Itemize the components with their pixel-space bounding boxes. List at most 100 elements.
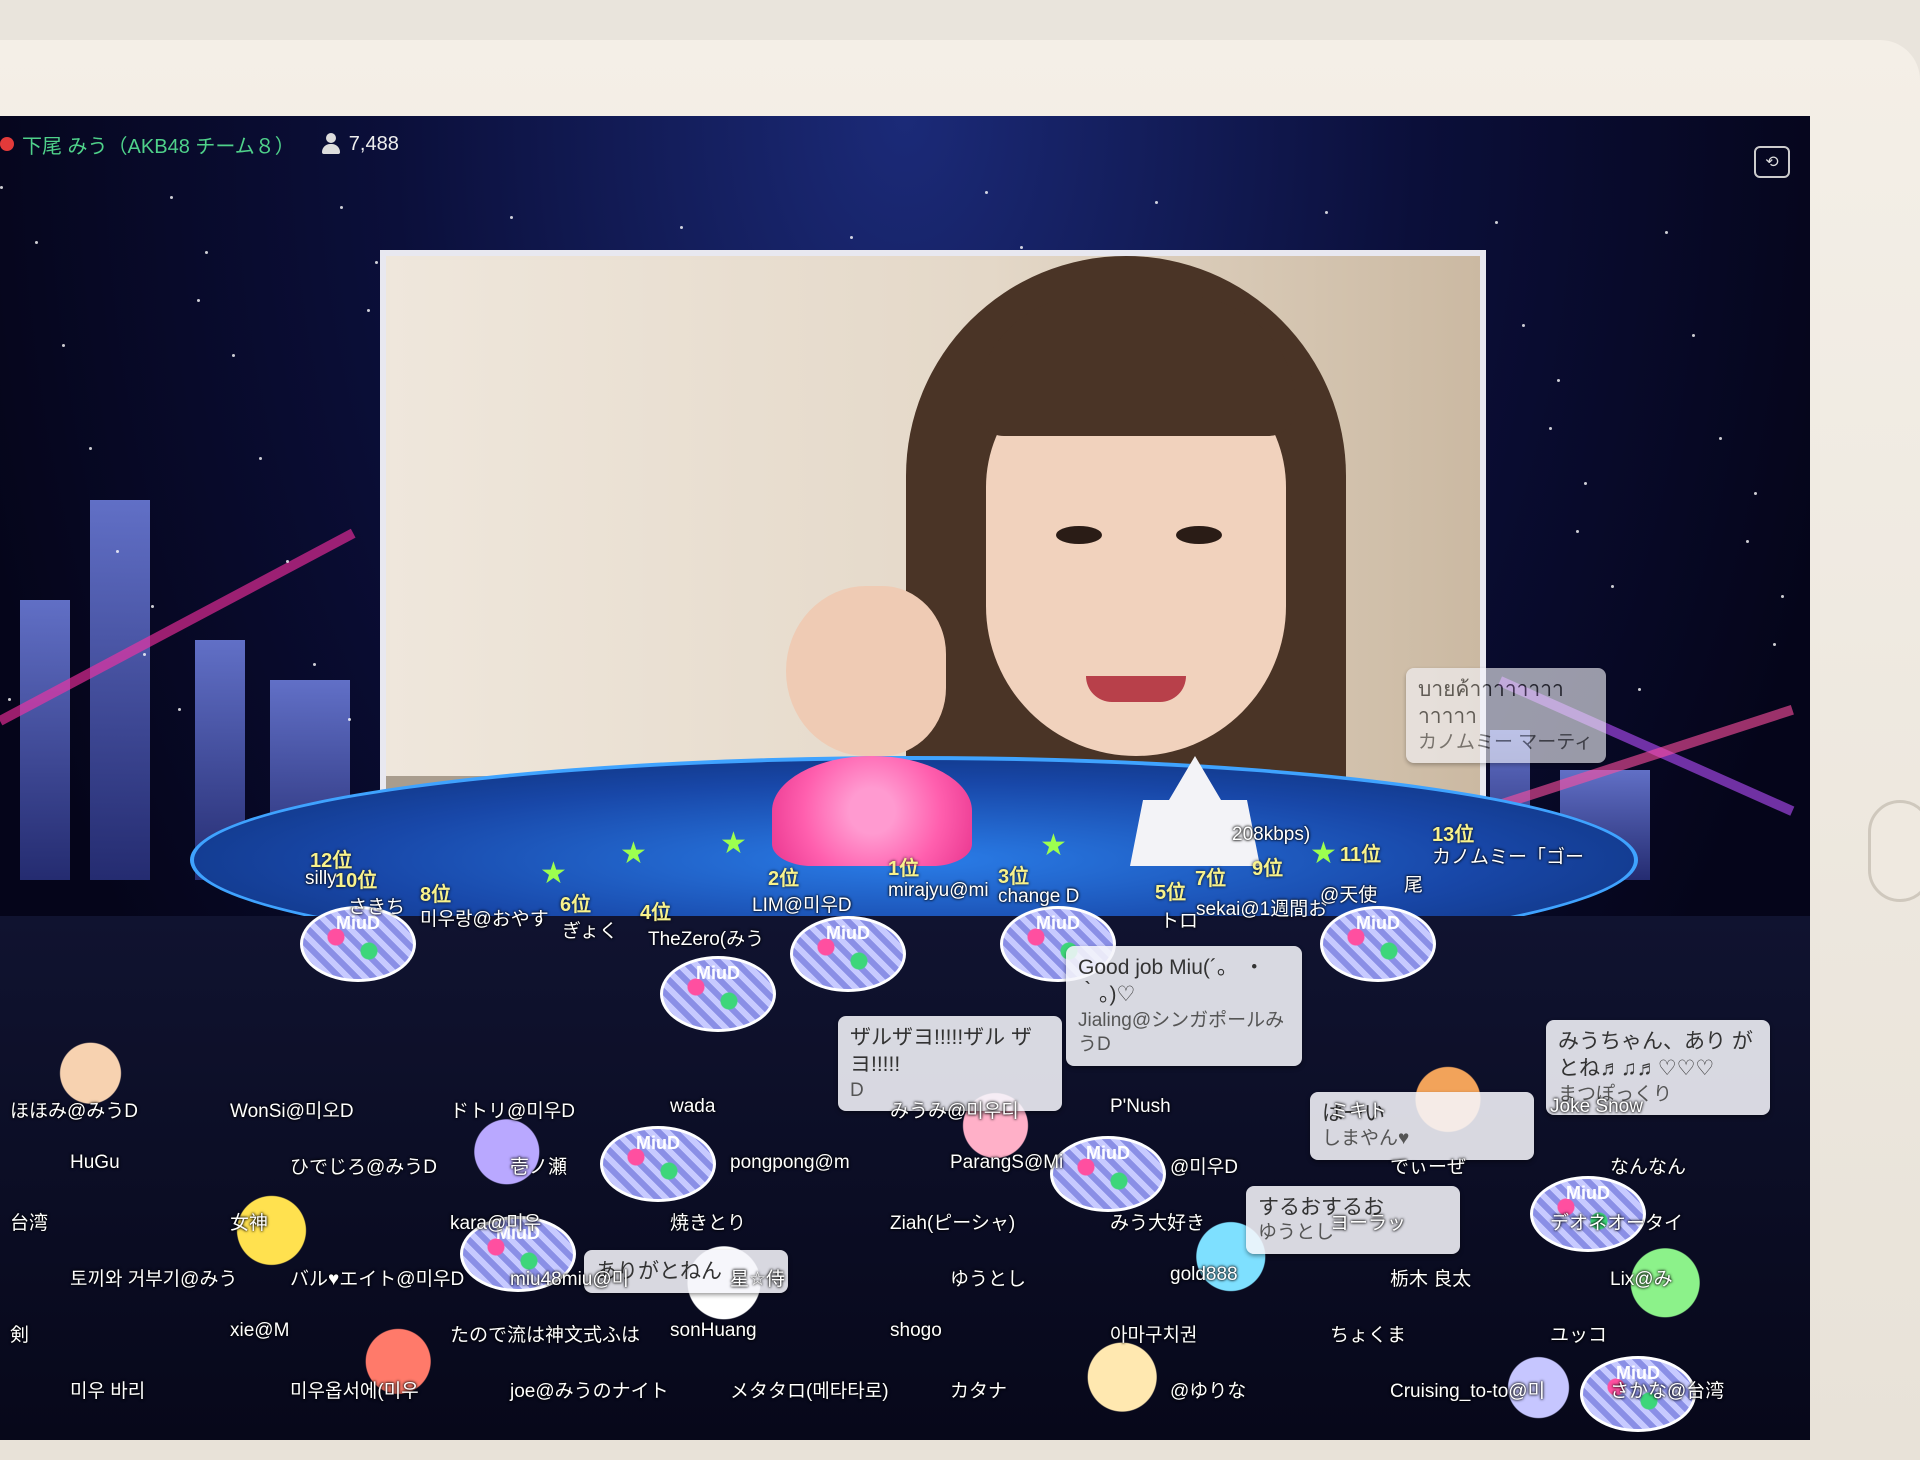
miud-fish-avatar: MiuD [790,916,906,992]
star [1584,482,1587,485]
crowd-username: wada [670,1096,716,1117]
star [143,653,146,656]
star [232,354,235,357]
star [348,718,351,721]
star [340,206,343,209]
left-eye [1056,526,1102,544]
crowd-username: デオネオータイ [1550,1213,1684,1234]
crowd-username: kara@미우 [450,1213,542,1234]
live-dot-icon [0,137,14,151]
crowd-username: カタナ [950,1381,1008,1402]
rank-label: 1位 [888,858,920,880]
crowd-username: 女神 [230,1213,269,1234]
crowd-username: 星☆侍 [730,1269,786,1290]
streamer-name[interactable]: 下尾 みう（AKB48 チーム８） [22,130,295,159]
crowd-username: 焼きとり [670,1213,747,1234]
star [1719,437,1722,440]
miud-fish-avatar: MiuD [660,956,776,1032]
star [313,663,316,666]
crowd-username: ほほみ@みうD [10,1101,139,1122]
crowd-username: でぃーぜ [1390,1157,1467,1178]
star [375,261,378,264]
crowd-username: 台湾 [10,1213,49,1234]
city-tower [20,600,70,880]
city-tower [90,500,150,880]
crowd-username: sonHuang [670,1320,757,1341]
peace-hand [786,586,946,756]
crowd-username: ドトリ@미우D [450,1101,575,1122]
star [1522,324,1525,327]
comment-text: บายค้าาาาาาาา าาาาา [1418,678,1564,729]
crowd-username: 壱ノ瀬 [510,1157,568,1178]
comment-text: ザルザヨ!!!!!ザル ザヨ!!!!! [850,1026,1033,1077]
rank-label: 3位 [998,866,1030,888]
rank-user: TheZero(みう [648,929,765,950]
crowd-username: gold888 [1170,1264,1238,1285]
rank-label: 11位 [1340,844,1382,866]
crowd-username: @ゆりな [1170,1381,1247,1402]
crowd-username: 토끼와 거부기@みう [70,1269,238,1290]
crowd-username: Joke Snow [1550,1096,1643,1117]
crowd-username: ユッコ [1550,1325,1608,1346]
star [985,191,988,194]
rank-user: トロ [1160,911,1199,932]
rank-label: 8位 [420,884,452,906]
crowd-username: @미우D [1170,1157,1238,1178]
miud-fish-avatar: MiuD [1320,906,1436,982]
comment-text: みうちゃん、あり がとね♬♫♬♡♡♡ [1558,1030,1753,1081]
rank-user: さきち [348,897,406,918]
crowd-username: さかな@台湾 [1610,1381,1725,1402]
bitrate-label: 208kbps) [1232,824,1311,845]
crowd-username: Lix@み [1610,1269,1673,1290]
rank-user: カノムミー「ゴー [1432,847,1585,868]
camera-switch-icon[interactable]: ⟲ [1754,146,1790,178]
crowd-username: みう大好き [1110,1213,1206,1234]
rank-label: 4位 [640,902,672,924]
star [0,186,3,189]
crowd-username: xie@M [230,1320,290,1341]
star-gift-icon: ★ [620,837,647,870]
crowd-username: ゆうとし [950,1269,1027,1290]
star [170,196,173,199]
rank-user: LIM@미우D [752,895,852,916]
crowd-username: P'Nush [1110,1096,1171,1117]
crowd-username: 栃木 良太 [1390,1269,1472,1290]
rank-label: 7位 [1195,868,1227,890]
comment-user: カノムミー マーティ [1418,731,1594,753]
comment-bubble: Good job Miu(´。 ・｀。)♡ Jialing@シンガポールみうD [1066,946,1302,1066]
crowd-username: ちょくま [1330,1325,1407,1346]
star [1611,585,1614,588]
rank-user: silly [305,868,337,889]
star [151,605,154,608]
rank-label: 10位 [335,870,378,892]
star-gift-icon: ★ [720,827,747,860]
rank-user: sekai@1週間お [1196,899,1328,920]
bangs [976,296,1296,436]
crowd-username: shogo [890,1320,942,1341]
star [205,251,208,254]
star [1773,643,1776,646]
crowd-username: たので流は神文式ふは [450,1325,641,1346]
star [1576,530,1579,533]
comment-user: Jialing@シンガポールみうD [1078,1009,1285,1056]
star [1549,427,1552,430]
star [1495,221,1498,224]
rank-user: change D [998,886,1080,907]
star [62,344,65,347]
viewer-icon [321,133,341,155]
crowd-username: Cruising_to-to@미 [1390,1381,1546,1402]
crowd-username: なんなん [1610,1157,1687,1178]
crowd-username: pongpong@m [730,1152,850,1173]
crowd-username: みうみ@미우디 [890,1101,1019,1122]
crowd-username: HuGu [70,1152,120,1173]
star-gift-icon: ★ [1310,837,1337,870]
rank-user: ぎょく [562,921,619,942]
miud-fish-avatar: MiuD [600,1126,716,1202]
home-button[interactable] [1868,800,1920,902]
crowd-username: 剣 [10,1325,30,1346]
crowd-username: ひでじろ@みうD [290,1157,438,1178]
crowd-username: WonSi@미오D [230,1101,354,1122]
star [1746,540,1749,543]
star [680,226,683,229]
viewer-count: 7,488 [348,132,399,155]
